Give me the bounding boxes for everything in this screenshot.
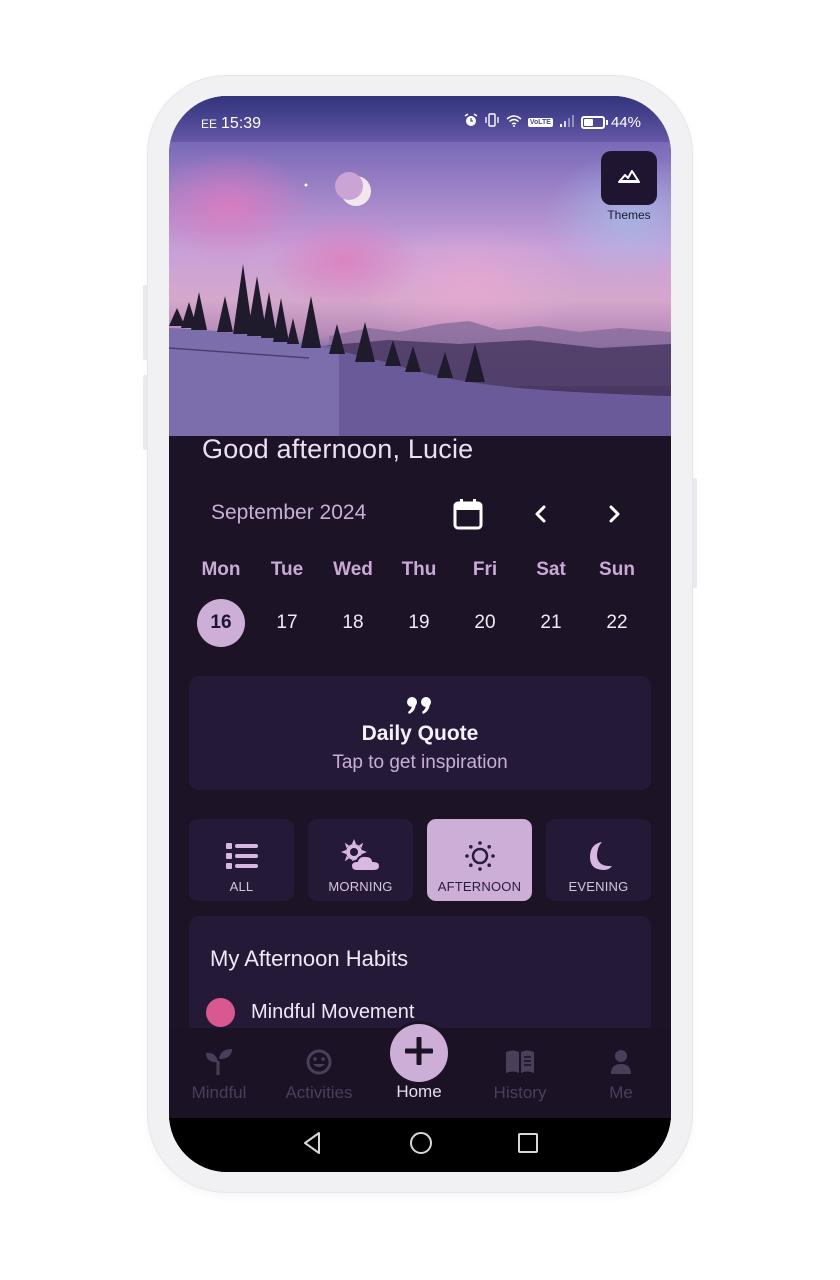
weekday-label: Thu — [401, 559, 437, 580]
hero-landscape-image — [169, 96, 671, 436]
filter-label: ALL — [229, 879, 254, 894]
crescent-moon — [335, 172, 371, 206]
status-bar: EE 15:39 VoLTE 44% — [169, 96, 671, 142]
system-navigation-bar — [169, 1118, 671, 1172]
day-column-sun[interactable]: Sun 22 — [584, 556, 650, 647]
nav-label: History — [493, 1083, 547, 1102]
clock: 15:39 — [221, 115, 262, 132]
themes-label: Themes — [607, 208, 651, 222]
week-strip: Mon 16 Tue 17 Wed 18 Thu 19 Fri 20 Sat 2… — [188, 556, 650, 647]
date-number[interactable]: 17 — [254, 599, 320, 647]
landscape-illustration — [169, 172, 671, 436]
date-number[interactable]: 19 — [386, 599, 452, 647]
nav-item-mindful[interactable]: Mindful — [169, 1045, 269, 1103]
habits-title: My Afternoon Habits — [210, 946, 409, 971]
day-column-thu[interactable]: Thu 19 — [386, 556, 452, 647]
filter-label: EVENING — [568, 879, 629, 894]
alarm-icon — [464, 113, 478, 131]
signal-icon — [559, 114, 575, 131]
habit-name: Mindful Movement — [251, 1001, 415, 1023]
add-habit-button[interactable] — [390, 1024, 448, 1082]
carrier-label: EE — [201, 117, 218, 131]
filter-label: MORNING — [328, 879, 393, 894]
battery-percent: 44% — [610, 113, 641, 131]
volte-icon: VoLTE — [527, 117, 553, 127]
quote-title: Daily Quote — [361, 722, 479, 745]
book-icon — [470, 1045, 570, 1079]
filter-evening[interactable]: EVENING — [546, 819, 651, 901]
date-number[interactable]: 21 — [518, 599, 584, 647]
bottom-navigation: Mindful Activities Home History Me — [169, 1024, 671, 1120]
date-number[interactable]: 18 — [320, 599, 386, 647]
nav-item-activities[interactable]: Activities — [269, 1045, 369, 1103]
month-label: September 2024 — [211, 501, 367, 524]
themes-button[interactable] — [601, 151, 657, 205]
weekday-label: Wed — [333, 559, 373, 580]
habit-item[interactable]: Mindful Movement — [206, 998, 414, 1027]
date-selected[interactable]: 16 — [197, 599, 245, 647]
wifi-icon — [506, 114, 522, 131]
mountain-icon — [618, 169, 640, 188]
smiley-icon — [269, 1045, 369, 1079]
day-column-fri[interactable]: Fri 20 — [452, 556, 518, 647]
quote-subtitle: Tap to get inspiration — [332, 752, 508, 773]
back-triangle-icon[interactable] — [301, 1130, 323, 1161]
star — [304, 183, 308, 187]
nav-label: Me — [609, 1083, 633, 1102]
weekday-label: Tue — [270, 559, 304, 580]
weekday-label: Fri — [472, 559, 498, 580]
weekday-label: Mon — [201, 559, 241, 580]
nav-item-home-label[interactable]: Home — [369, 1082, 469, 1102]
phone-power-button — [692, 478, 697, 588]
battery-icon — [580, 115, 608, 129]
day-column-wed[interactable]: Wed 18 — [320, 556, 386, 647]
day-column-tue[interactable]: Tue 17 — [254, 556, 320, 647]
plus-icon — [403, 1035, 435, 1072]
recents-square-icon[interactable] — [515, 1130, 541, 1161]
list-icon — [225, 835, 259, 877]
day-column-mon[interactable]: Mon 16 — [188, 556, 254, 647]
nav-label: Activities — [285, 1083, 353, 1102]
filter-label: AFTERNOON — [437, 879, 522, 894]
nav-item-history[interactable]: History — [470, 1045, 570, 1103]
chevron-left-icon[interactable] — [530, 500, 552, 528]
habit-color-dot — [206, 998, 235, 1027]
greeting-heading: Good afternoon, Lucie — [202, 434, 474, 464]
sprout-icon — [169, 1045, 269, 1079]
vibrate-icon — [484, 113, 500, 131]
date-number[interactable]: 20 — [452, 599, 518, 647]
weekday-label: Sat — [536, 559, 566, 580]
sun-cloud-icon — [339, 835, 383, 877]
calendar-icon[interactable] — [453, 498, 483, 535]
day-column-sat[interactable]: Sat 21 — [518, 556, 584, 647]
moon-icon — [584, 835, 614, 877]
home-circle-icon[interactable] — [408, 1130, 434, 1161]
sun-icon — [463, 835, 497, 877]
person-icon — [571, 1045, 671, 1079]
phone-screen: EE 15:39 VoLTE 44% Themes Good afternoon… — [169, 96, 671, 1172]
quote-icon — [189, 684, 651, 722]
chevron-right-icon[interactable] — [603, 500, 625, 528]
time-of-day-filters: ALL MORNING AFTERNOON EVENING — [189, 819, 651, 901]
daily-quote-card[interactable]: Daily Quote Tap to get inspiration — [189, 676, 651, 790]
filter-all[interactable]: ALL — [189, 819, 294, 901]
filter-afternoon[interactable]: AFTERNOON — [427, 819, 532, 901]
weekday-label: Sun — [599, 559, 635, 580]
nav-item-me[interactable]: Me — [571, 1045, 671, 1103]
date-number[interactable]: 22 — [584, 599, 650, 647]
filter-morning[interactable]: MORNING — [308, 819, 413, 901]
nav-label: Mindful — [191, 1083, 247, 1102]
battery-level — [583, 118, 593, 126]
